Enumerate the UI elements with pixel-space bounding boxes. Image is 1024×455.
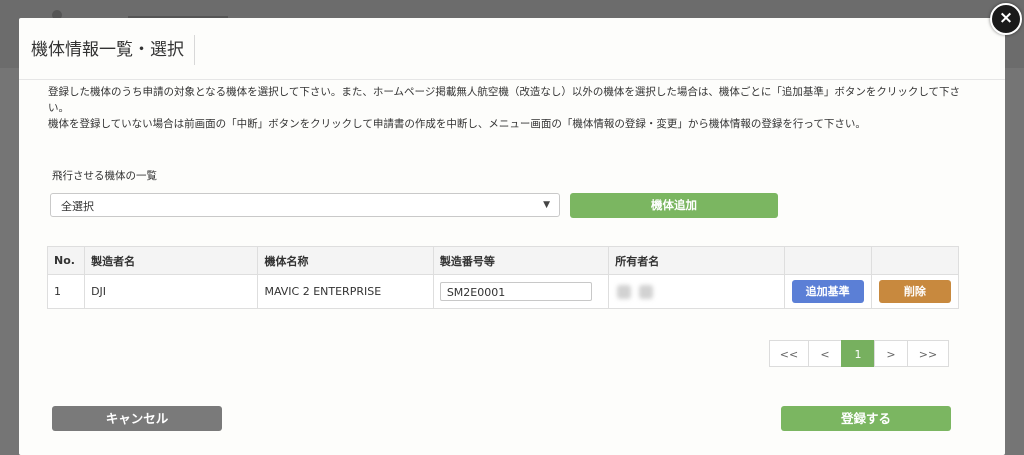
col-header-kijun: [783, 246, 872, 275]
page-prev-button[interactable]: <: [808, 340, 842, 367]
delete-button[interactable]: 削除: [878, 280, 951, 303]
page-next-button[interactable]: >: [874, 340, 908, 367]
title-divider: [19, 79, 1005, 80]
cell-model: MAVIC 2 ENTERPRISE: [257, 274, 434, 309]
add-machine-button[interactable]: 機体追加: [570, 193, 778, 218]
cancel-button[interactable]: キャンセル: [52, 406, 222, 431]
select-value: 全選択: [61, 200, 94, 213]
machine-select-dropdown[interactable]: 全選択 ▼: [50, 193, 560, 217]
page-current-button[interactable]: 1: [841, 340, 875, 367]
instruction-line-2: 機体を登録していない場合は前画面の「中断」ボタンをクリックして申請書の作成を中断…: [48, 118, 866, 130]
col-header-serial: 製造番号等: [432, 246, 610, 275]
col-header-maker: 製造者名: [84, 246, 259, 275]
cell-maker: DJI: [84, 274, 259, 309]
col-header-owner: 所有者名: [608, 246, 785, 275]
cell-delete: 削除: [870, 274, 960, 309]
page-last-button[interactable]: >>: [907, 340, 949, 367]
cell-serial: SM2E0001: [432, 274, 610, 309]
cell-kijun: 追加基準: [783, 274, 872, 309]
machine-table: No. 製造者名 機体名称 製造番号等 所有者名 1 DJI MAVIC 2 E…: [46, 246, 960, 309]
pagination: << < 1 > >>: [769, 340, 949, 367]
instructions: 登録した機体のうち申請の対象となる機体を選択して下さい。また、ホームページ掲載無…: [48, 84, 978, 132]
page-first-button[interactable]: <<: [769, 340, 809, 367]
chevron-down-icon: ▼: [543, 200, 550, 210]
table-row: 1 DJI MAVIC 2 ENTERPRISE SM2E0001 追加基準 削…: [46, 274, 960, 309]
table-header-row: No. 製造者名 機体名称 製造番号等 所有者名: [46, 246, 960, 275]
cell-owner: [608, 274, 785, 309]
owner-name-redacted: [615, 283, 661, 301]
serial-number-field[interactable]: SM2E0001: [439, 282, 592, 301]
col-header-no: No.: [46, 246, 86, 275]
cell-no: 1: [46, 274, 86, 309]
col-header-model: 機体名称: [257, 246, 434, 275]
machine-list-label: 飛行させる機体の一覧: [52, 170, 157, 182]
modal-title-area: 機体情報一覧・選択: [31, 35, 195, 65]
additional-criteria-button[interactable]: 追加基準: [791, 280, 864, 303]
close-icon[interactable]: ×: [990, 3, 1022, 35]
register-button[interactable]: 登録する: [781, 406, 951, 431]
machine-select-modal: 機体情報一覧・選択 登録した機体のうち申請の対象となる機体を選択して下さい。また…: [19, 18, 1005, 455]
instruction-line-1: 登録した機体のうち申請の対象となる機体を選択して下さい。また、ホームページ掲載無…: [48, 86, 961, 114]
modal-title: 機体情報一覧・選択: [31, 40, 184, 60]
col-header-delete: [870, 246, 960, 275]
